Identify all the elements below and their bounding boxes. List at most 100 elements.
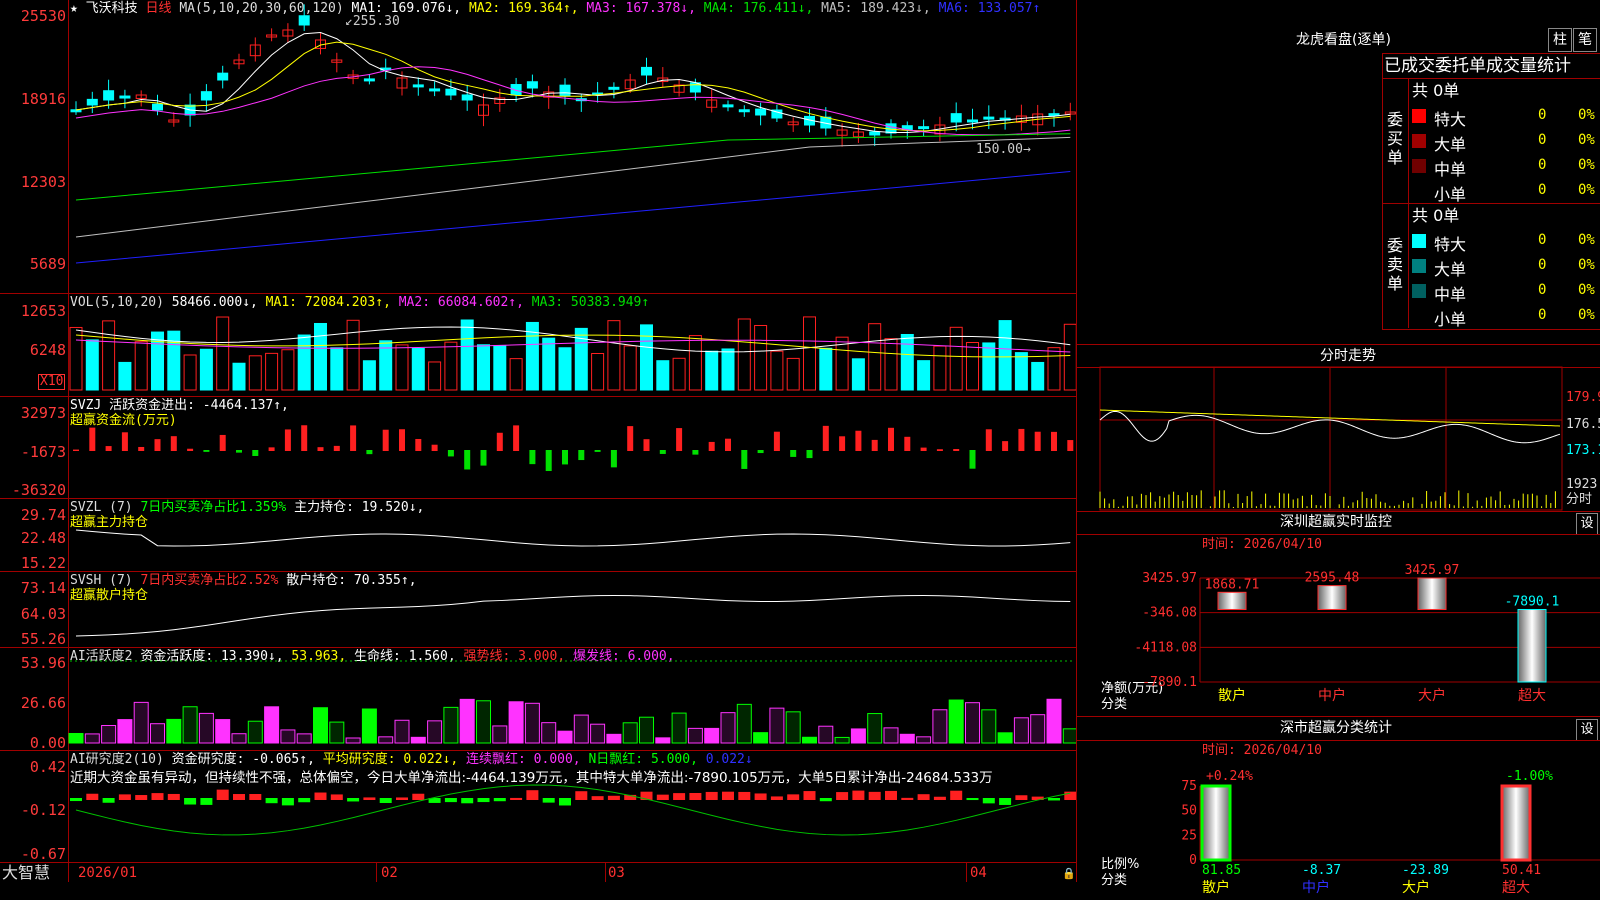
research-bar [102,798,115,803]
research-bar [461,798,474,804]
research-bar [819,798,832,802]
activity-bar [378,736,394,744]
vol-ma3 [75,339,1071,353]
research-bar [982,798,995,804]
bar-view-button[interactable]: 柱 [1548,28,1572,52]
activity-bar [133,701,149,744]
activity-bar [1013,717,1029,744]
volume-bar [868,323,882,391]
row-name: 特大 [1434,235,1467,254]
sz-class-x-label: 分类 [1101,873,1128,888]
activity-bar [916,736,932,744]
volume-bar [199,348,213,391]
flow-bar [252,450,259,456]
y-tick: -4118.08 [1134,640,1197,655]
retail-hold-line [75,594,1071,637]
research-bar [200,798,213,805]
lhb-row-buy: 特大 0 0% [1412,106,1597,129]
class-bar [1200,784,1232,862]
sz-class-title: 深市超赢分类统计 [1280,720,1392,736]
volume-bar [509,358,523,391]
volume-bar [542,337,556,391]
flow-bar [170,436,177,451]
flow-bar [154,439,161,451]
research-bar [396,797,408,800]
volume-bar [819,347,833,391]
flow-bar [301,425,308,451]
flow-bar [936,449,943,451]
candle-body [429,88,441,92]
activity-bar [198,712,214,744]
research-bar [770,796,783,800]
volume-bar [900,333,914,391]
volume-bar [966,342,979,391]
activity-bar [361,708,377,744]
candle-body [983,116,995,120]
category-label: 中户 [1318,687,1346,704]
flow-bar [89,427,96,451]
fenshi-vol-tick: 1923 [1566,477,1598,492]
row-pct: 0% [1578,132,1595,148]
activity-bar [573,714,589,744]
candle-body [559,84,571,97]
flow-bar [545,450,552,472]
row-pct: 0% [1578,157,1595,173]
research-bar [265,798,278,804]
ma6-line [75,171,1071,264]
research-bar [591,796,604,800]
activity-bar [508,701,524,744]
lock-icon[interactable]: 🔒 [1062,867,1076,880]
y-tick: 75 [1181,779,1197,794]
candle-body [950,113,962,123]
row-pct: 0% [1578,182,1595,198]
activity-bar [117,719,133,744]
row-pct: 0% [1578,107,1595,123]
activity-bar [1046,698,1062,744]
tick-view-button[interactable]: 笔 [1573,28,1597,52]
flow-bar [627,426,634,451]
volume-bar [411,347,425,391]
sz-class-settings-button[interactable]: 设 [1576,719,1598,741]
research-bar [542,798,555,803]
sz-class-y-label: 比例% [1101,857,1140,872]
brand-logo[interactable]: 大智慧 [2,864,50,882]
activity-bar [280,729,296,744]
flow-bar [757,450,764,454]
activity-bar [965,702,980,744]
activity-bar [345,737,361,744]
lhb-title: 龙虎看盘(逐单) [1296,32,1391,48]
flow-bar [692,450,699,455]
candle-body [967,119,978,123]
flow-bar [105,446,112,451]
lhb-tabs[interactable]: 已成交委托单成交量统计 [1384,56,1571,76]
activity-bar [231,733,247,744]
sz-monitor-date: 时间: 2026/04/10 [1202,537,1322,552]
activity-bar [753,732,769,744]
fenshi-price-line [1099,410,1561,444]
research-bar [559,798,571,806]
research-bar [184,798,197,805]
activity-bar [296,733,312,744]
volume-bar [672,357,686,391]
fenshi-frame [1099,366,1563,511]
legend-swatch [1412,159,1426,173]
sell-total: 共 0单 [1412,206,1460,225]
candle-body [119,95,131,99]
row-count: 0 [1538,132,1547,148]
research-bar [999,798,1012,805]
flow-bar [447,450,454,457]
activity-bar [394,719,410,744]
flow-bar [513,425,520,451]
sz-monitor-settings-button[interactable]: 设 [1576,513,1598,535]
bar-value-label: 2595.48 [1305,571,1360,586]
ma5-line [75,136,1071,238]
y-tick: 50 [1181,804,1197,819]
flow-bar [317,447,324,451]
activity-bar [557,730,573,744]
flow-bar [268,447,275,451]
flow-bar [1067,440,1074,451]
volume-bar [1031,361,1045,391]
kline-chart-area[interactable] [0,0,1076,862]
fenshi-title: 分时走势 [1320,348,1376,364]
flow-bar [806,450,813,459]
